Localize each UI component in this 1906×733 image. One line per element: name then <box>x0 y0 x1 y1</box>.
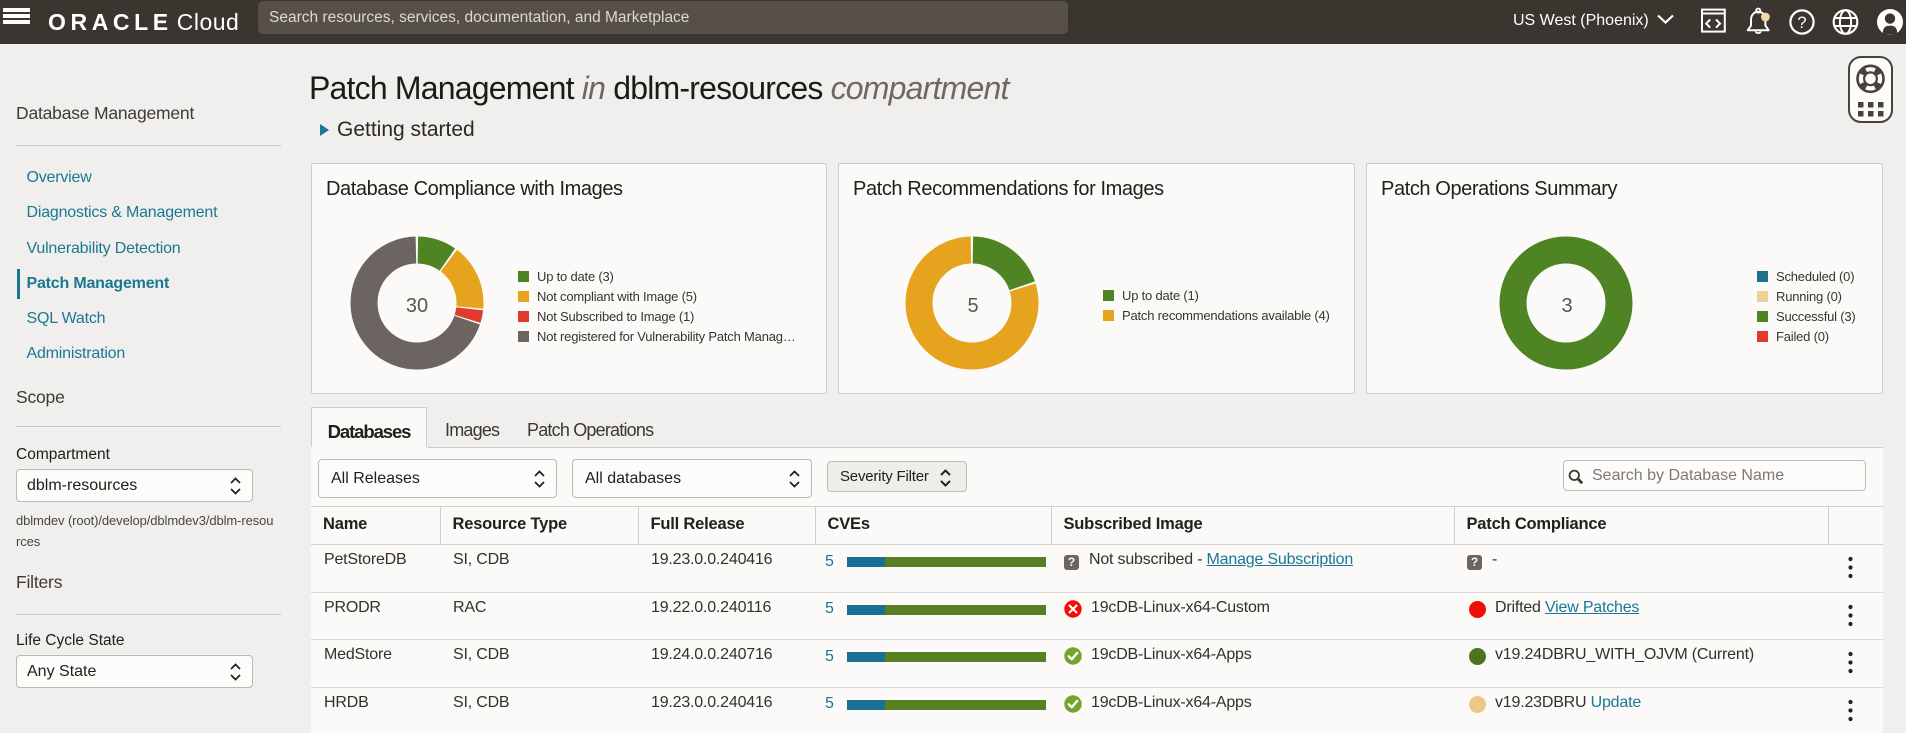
svg-text:?: ? <box>1797 14 1806 32</box>
